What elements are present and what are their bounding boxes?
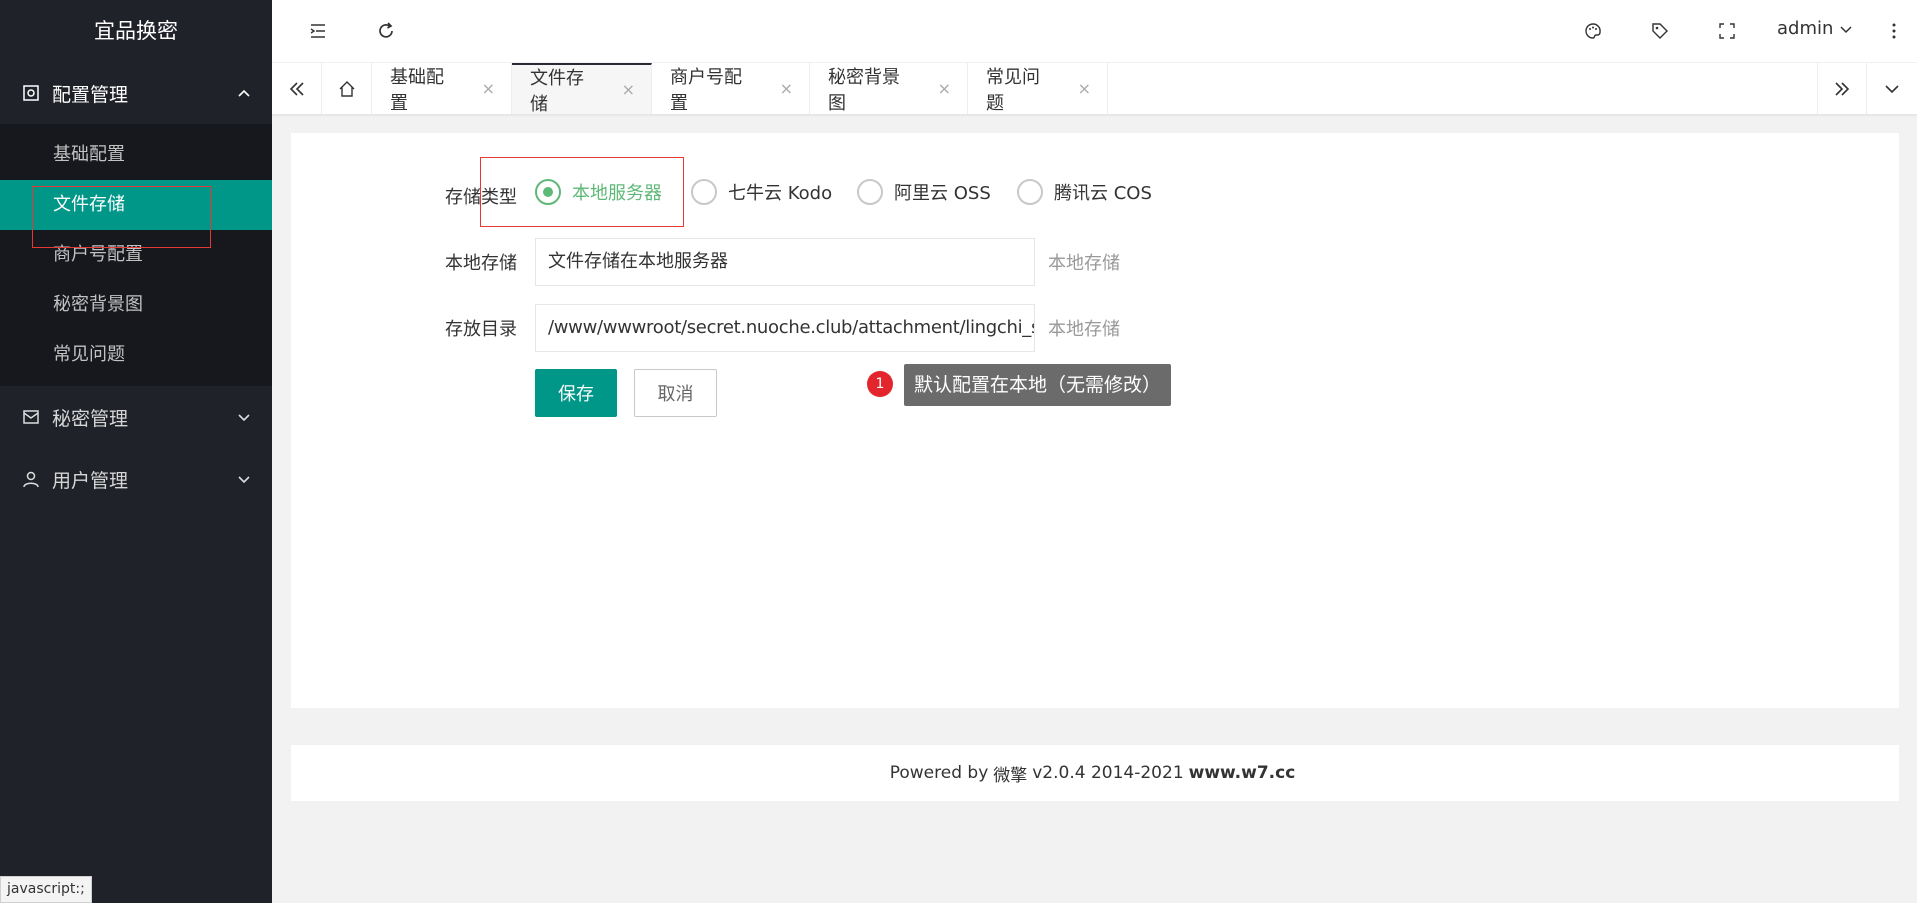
top-header: admin <box>272 0 1917 63</box>
local-storage-input[interactable]: 文件存储在本地服务器 <box>535 238 1035 286</box>
fullscreen-icon[interactable] <box>1717 21 1737 41</box>
tab-home[interactable] <box>322 63 372 114</box>
tab-label: 基础配置 <box>390 66 444 114</box>
tab-file-storage[interactable]: 文件存储 × <box>512 63 652 115</box>
app-logo[interactable]: 宜品换密 <box>0 0 272 62</box>
close-icon[interactable]: × <box>780 79 793 98</box>
footer-site-link[interactable]: www.w7.cc <box>1189 763 1296 783</box>
tabs-scroll-right-button[interactable] <box>1817 63 1867 114</box>
footer-brand: 微擎 <box>993 765 1028 786</box>
double-chevron-left-icon <box>289 81 304 96</box>
hint-number-badge: 1 <box>867 371 893 397</box>
chevron-down-icon <box>1840 25 1852 33</box>
tab-label: 常见问题 <box>986 66 1040 114</box>
nav-group-user: 用户管理 <box>0 448 272 510</box>
radio-circle <box>691 179 717 205</box>
nav-title-secret[interactable]: 秘密管理 <box>0 386 272 448</box>
tabs-bar: 基础配置 × 文件存储 × 商户号配置 × 秘密背景图 × 常见问题 × <box>272 63 1917 115</box>
more-vertical-icon[interactable] <box>1884 21 1904 41</box>
user-icon <box>22 470 40 488</box>
tab-basic-config[interactable]: 基础配置 × <box>372 63 512 114</box>
menu-fold-icon[interactable] <box>308 21 328 41</box>
nav-title-label: 秘密管理 <box>52 407 129 430</box>
tab-label: 秘密背景图 <box>828 66 900 114</box>
nav-group-secret: 秘密管理 <box>0 386 272 448</box>
mail-icon <box>22 408 40 426</box>
close-icon[interactable]: × <box>938 79 951 98</box>
browser-status-bar: javascript:; <box>0 876 92 903</box>
local-storage-aux: 本地存储 <box>1048 253 1120 274</box>
tab-faq[interactable]: 常见问题 × <box>968 63 1108 114</box>
radio-label: 七牛云 Kodo <box>728 183 833 204</box>
storage-dir-aux: 本地存储 <box>1048 319 1120 340</box>
chevron-down-icon <box>238 476 250 484</box>
double-chevron-right-icon <box>1835 81 1850 96</box>
chevron-down-icon <box>238 414 250 422</box>
storage-dir-input[interactable]: /www/wwwroot/secret.nuoche.club/attachme… <box>535 304 1035 352</box>
footer: Powered by 微擎 v2.0.4 2014-2021 www.w7.cc <box>291 745 1899 801</box>
radio-aliyun-oss[interactable]: 阿里云 OSS <box>857 179 991 205</box>
radio-circle <box>1017 179 1043 205</box>
tab-merchant-config[interactable]: 商户号配置 × <box>652 63 810 114</box>
tab-secret-background[interactable]: 秘密背景图 × <box>810 63 968 114</box>
storage-dir-label: 存放目录 <box>445 319 517 340</box>
local-storage-label: 本地存储 <box>445 253 517 274</box>
close-icon[interactable]: × <box>482 79 495 98</box>
tab-label: 文件存储 <box>530 67 584 115</box>
nav-title-label: 用户管理 <box>52 469 129 492</box>
sidebar-item-basic-config[interactable]: 基础配置 <box>0 130 272 180</box>
highlight-box-radio <box>480 157 684 227</box>
footer-version: v2.0.4 2014-2021 <box>1032 763 1184 783</box>
radio-tencent-cos[interactable]: 腾讯云 COS <box>1017 179 1152 205</box>
cancel-button[interactable]: 取消 <box>634 369 717 417</box>
highlight-box-sidebar <box>32 186 211 248</box>
refresh-icon[interactable] <box>376 21 396 41</box>
sidebar: 宜品换密 配置管理 基础配置 文件存储 商户号配置 秘密背景图 常见问题 秘密管… <box>0 0 272 903</box>
radio-label: 腾讯云 COS <box>1054 183 1152 204</box>
sidebar-item-faq[interactable]: 常见问题 <box>0 330 272 380</box>
nav-title-config[interactable]: 配置管理 <box>0 62 272 124</box>
nav-title-label: 配置管理 <box>52 83 129 106</box>
home-icon <box>339 80 354 97</box>
tabs-scroll-left-button[interactable] <box>272 63 322 114</box>
storage-form-card: 存储类型 本地服务器 七牛云 Kodo 阿里云 OSS 腾讯云 COS 本地存储… <box>291 133 1899 708</box>
settings-icon <box>22 84 40 102</box>
user-menu[interactable]: admin <box>1777 18 1853 39</box>
tag-icon[interactable] <box>1650 21 1670 41</box>
radio-label: 阿里云 OSS <box>894 183 991 204</box>
radio-qiniu-kodo[interactable]: 七牛云 Kodo <box>691 179 832 205</box>
chevron-down-icon <box>1885 84 1899 93</box>
sub-list-config: 基础配置 文件存储 商户号配置 秘密背景图 常见问题 <box>0 124 272 386</box>
close-icon[interactable]: × <box>1078 79 1091 98</box>
hint-tooltip: 默认配置在本地（无需修改） <box>904 364 1172 406</box>
save-button[interactable]: 保存 <box>535 369 617 417</box>
radio-circle <box>857 179 883 205</box>
tab-label: 商户号配置 <box>670 66 742 114</box>
tabs-menu-button[interactable] <box>1867 63 1917 114</box>
chevron-up-icon <box>238 89 250 97</box>
sidebar-item-secret-background[interactable]: 秘密背景图 <box>0 280 272 330</box>
close-icon[interactable]: × <box>622 80 635 99</box>
footer-prefix: Powered by <box>889 763 989 783</box>
nav-title-user[interactable]: 用户管理 <box>0 448 272 510</box>
theme-palette-icon[interactable] <box>1583 21 1603 41</box>
username: admin <box>1777 18 1834 39</box>
